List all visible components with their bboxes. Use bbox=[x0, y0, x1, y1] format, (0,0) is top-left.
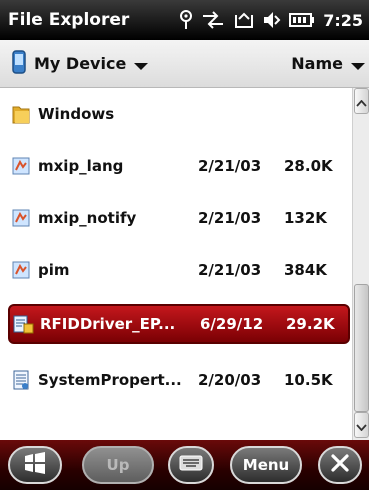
list-item[interactable]: mxip_notify 2/21/03 132K bbox=[0, 192, 352, 244]
gps-icon bbox=[179, 10, 193, 30]
file-size: 384K bbox=[284, 261, 327, 279]
file-date: 6/29/12 bbox=[200, 315, 264, 333]
up-button-label: Up bbox=[106, 456, 130, 474]
file-date: 2/21/03 bbox=[198, 261, 262, 279]
keyboard-icon bbox=[179, 455, 203, 475]
path-bar: My Device Name bbox=[0, 40, 369, 88]
scroll-down-button[interactable] bbox=[354, 412, 369, 438]
file-name: SystemPropert... bbox=[38, 371, 182, 389]
sort-dropdown[interactable]: Name bbox=[291, 54, 365, 73]
battery-icon bbox=[289, 13, 315, 27]
clock: 7:25 bbox=[323, 10, 363, 30]
file-name: RFIDDriver_EP... bbox=[40, 315, 176, 333]
file-icon bbox=[10, 155, 32, 177]
up-button[interactable]: Up bbox=[82, 446, 154, 484]
file-size: 29.2K bbox=[286, 315, 335, 333]
scroll-thumb[interactable] bbox=[354, 284, 369, 412]
chevron-down-icon bbox=[134, 63, 149, 70]
file-name: Windows bbox=[38, 105, 115, 123]
chevron-down-icon bbox=[356, 416, 367, 435]
list-item[interactable]: mxip_lang 2/21/03 28.0K bbox=[0, 140, 352, 192]
file-name: pim bbox=[38, 261, 70, 279]
list-item-selected[interactable]: RFIDDriver_EP... 6/29/12 29.2K bbox=[8, 304, 350, 344]
menu-button[interactable]: Menu bbox=[230, 446, 302, 484]
device-icon bbox=[12, 49, 26, 78]
app-title: File Explorer bbox=[8, 10, 130, 30]
file-size: 132K bbox=[284, 209, 327, 227]
title-bar: File Explorer 7:25 bbox=[0, 0, 369, 40]
list-item[interactable]: Windows bbox=[0, 88, 352, 140]
folder-icon bbox=[10, 103, 32, 125]
location-dropdown[interactable]: My Device bbox=[12, 49, 291, 78]
chevron-up-icon bbox=[356, 92, 367, 111]
location-label: My Device bbox=[34, 54, 127, 73]
close-button[interactable] bbox=[318, 446, 362, 484]
list-item[interactable]: pim 2/21/03 384K bbox=[0, 244, 352, 296]
chevron-down-icon bbox=[351, 63, 365, 70]
windows-logo-icon bbox=[23, 451, 47, 479]
file-list: Windows mxip_lang 2/21/03 28.0K mxip_not… bbox=[0, 88, 352, 440]
installer-icon bbox=[12, 313, 34, 335]
list-item[interactable]: SystemPropert... 2/20/03 10.5K bbox=[0, 354, 352, 406]
file-icon bbox=[10, 207, 32, 229]
menu-button-label: Menu bbox=[242, 456, 290, 474]
file-date: 2/20/03 bbox=[198, 371, 262, 389]
file-size: 10.5K bbox=[284, 371, 333, 389]
sort-label: Name bbox=[291, 54, 343, 73]
file-name: mxip_notify bbox=[38, 209, 137, 227]
file-date: 2/21/03 bbox=[198, 209, 262, 227]
close-icon bbox=[330, 453, 350, 477]
keyboard-button[interactable] bbox=[168, 446, 214, 484]
bottom-bar: Up Menu bbox=[0, 440, 369, 490]
connectivity-icon bbox=[201, 11, 225, 29]
sync-icon bbox=[233, 11, 255, 29]
file-size: 28.0K bbox=[284, 157, 333, 175]
file-date: 2/21/03 bbox=[198, 157, 262, 175]
start-button[interactable] bbox=[8, 446, 62, 484]
scroll-up-button[interactable] bbox=[354, 88, 369, 114]
document-icon bbox=[10, 369, 32, 391]
file-name: mxip_lang bbox=[38, 157, 124, 175]
status-icons[interactable]: 7:25 bbox=[179, 10, 363, 30]
scrollbar[interactable] bbox=[352, 88, 369, 440]
volume-icon bbox=[263, 11, 281, 29]
file-icon bbox=[10, 259, 32, 281]
